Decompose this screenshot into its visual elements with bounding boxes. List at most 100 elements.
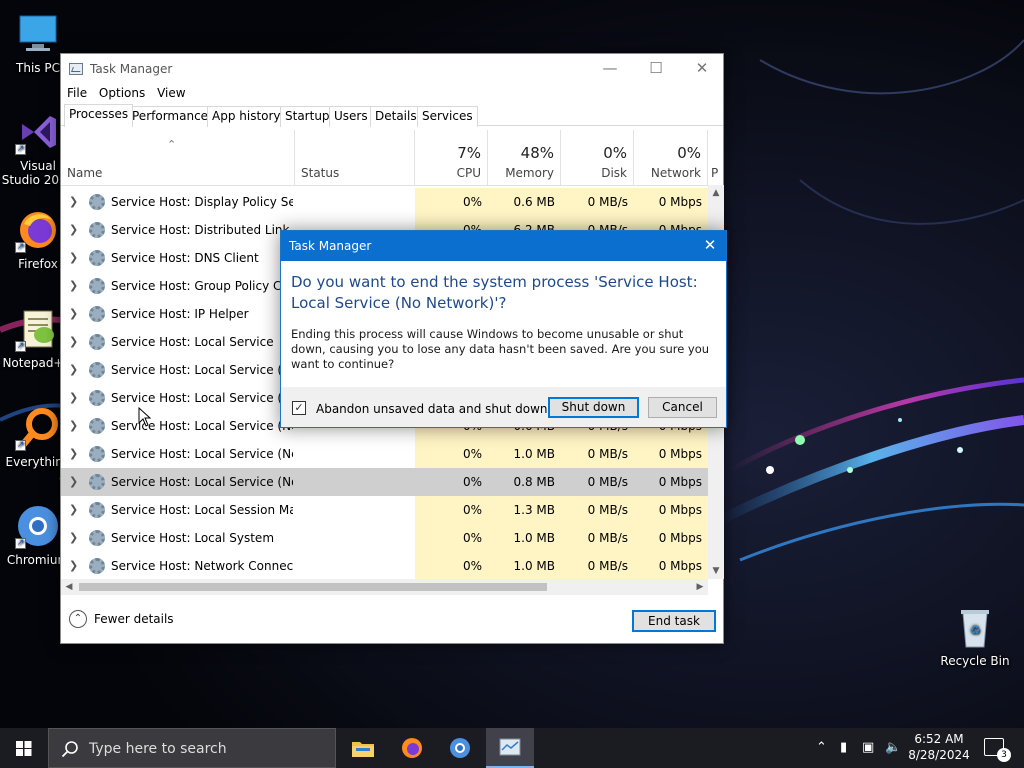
cpu-cell: 0% [415,188,488,216]
column-header-memory[interactable]: 48% Memory [488,130,561,185]
menu-file[interactable]: File [67,84,87,102]
shortcut-arrow-icon: ↗ [15,538,26,549]
scroll-right-icon[interactable]: ▶ [692,579,708,595]
process-name: Service Host: Distributed Link Tr... [111,223,293,237]
process-row[interactable]: ❯ Service Host: Local Service (No ... 0%0.… [61,468,708,496]
close-button[interactable]: ✕ [679,54,725,84]
chevron-up-icon[interactable]: ⌃ [69,610,87,628]
maximize-button[interactable]: ☐ [633,54,679,84]
shortcut-arrow-icon: ↗ [15,341,26,352]
shut-down-button[interactable]: Shut down [548,397,639,418]
scrollbar-thumb[interactable] [79,583,547,591]
tab-services[interactable]: Services [417,106,478,127]
fewer-details-link[interactable]: Fewer details [94,612,174,626]
menu-bar: File Options View [61,84,723,104]
network-cell: 0 Mbps [634,496,708,524]
expand-chevron-icon[interactable]: ❯ [69,251,81,264]
scroll-left-icon[interactable]: ◀ [61,579,77,595]
network-icon[interactable]: ▣ [862,740,874,755]
network-cell: 0 Mbps [634,440,708,468]
title-bar[interactable]: Task Manager — ☐ ✕ [61,54,723,84]
cancel-button[interactable]: Cancel [648,397,717,418]
footer-bar: ⌃ Fewer details End task [61,595,723,643]
tablet-icon[interactable]: ▮ [840,740,847,755]
sort-ascending-icon: ⌃ [167,138,177,151]
end-task-button[interactable]: End task [632,610,716,632]
expand-chevron-icon[interactable]: ❯ [69,195,81,208]
tab-processes[interactable]: Processes [64,104,134,127]
taskbar-task-manager[interactable] [486,728,534,768]
expand-chevron-icon[interactable]: ❯ [69,363,81,376]
folder-icon [352,742,374,757]
cpu-cell: 0% [415,496,488,524]
expand-chevron-icon[interactable]: ❯ [69,419,81,432]
process-row[interactable]: ❯ Service Host: Local System 0% 1.0 MB 0 MB/… [61,524,708,552]
horizontal-scrollbar[interactable]: ◀ ▶ [61,579,708,595]
desktop-icon-label: Recycle Bin [940,654,1010,668]
column-header-name[interactable]: ⌃ Name [61,130,295,185]
scroll-down-icon[interactable]: ▼ [708,563,724,579]
expand-chevron-icon[interactable]: ❯ [69,531,81,544]
abandon-data-checkbox[interactable]: ✓ [292,401,306,415]
dialog-close-button[interactable]: ✕ [694,231,726,261]
gear-icon [89,502,105,518]
process-row[interactable]: ❯ Service Host: Local Service (Net... 0%1.… [61,440,708,468]
expand-chevron-icon[interactable]: ❯ [69,559,81,572]
clock-time: 6:52 AM [914,732,964,746]
gear-icon [89,418,105,434]
gear-icon [89,334,105,350]
desktop-icon-recycle-bin[interactable]: ♻ Recycle Bin [937,603,1013,668]
show-hidden-icons-chevron-icon[interactable]: ⌃ [816,740,827,755]
process-name: Service Host: Local Service (Net... [111,447,293,461]
abandon-data-label[interactable]: Abandon unsaved data and shut down. [316,402,551,416]
visual-studio-icon: ↗ [14,108,62,156]
expand-chevron-icon[interactable]: ❯ [69,447,81,460]
expand-chevron-icon[interactable]: ❯ [69,307,81,320]
tab-app-history[interactable]: App history [207,106,286,127]
column-header-power[interactable]: P [708,130,724,185]
process-name: Service Host: Network Connecti... [111,559,293,573]
column-header-cpu[interactable]: 7% CPU [415,130,488,185]
menu-view[interactable]: View [157,84,185,102]
taskbar-firefox[interactable] [389,728,435,768]
process-row[interactable]: ❯ Service Host: Local Session Man... 0%1.3… [61,496,708,524]
disk-cell: 0 MB/s [561,552,634,579]
memory-cell: 0.8 MB [488,468,561,496]
taskbar-search-box[interactable]: Type here to search [48,728,336,768]
tab-performance[interactable]: Performance [127,106,214,127]
memory-cell: 1.0 MB [488,552,561,579]
process-name: Service Host: Local Session Man... [111,503,293,517]
column-header-status[interactable]: Status [295,130,415,185]
window-title: Task Manager [90,62,173,76]
taskbar-file-explorer[interactable] [340,728,386,768]
expand-chevron-icon[interactable]: ❯ [69,335,81,348]
process-row[interactable]: ❯Service Host: Display Policy Serv...0%0… [61,188,708,216]
gear-icon [89,194,105,210]
chromium-icon [450,738,470,758]
tab-users[interactable]: Users [329,106,373,127]
scroll-up-icon[interactable]: ▲ [708,185,724,201]
search-placeholder: Type here to search [89,741,227,757]
process-name: Service Host: Local Service (Net... [111,391,293,405]
start-button[interactable] [0,728,48,768]
expand-chevron-icon[interactable]: ❯ [69,503,81,516]
expand-chevron-icon[interactable]: ❯ [69,279,81,292]
magnifier-icon: ↗ [14,404,62,452]
action-center-icon[interactable]: 3 [984,738,1011,762]
column-header-network[interactable]: 0% Network [634,130,708,185]
menu-options[interactable]: Options [99,84,145,102]
expand-chevron-icon[interactable]: ❯ [69,391,81,404]
tab-details[interactable]: Details [370,106,422,127]
column-header-disk[interactable]: 0% Disk [561,130,634,185]
taskbar-clock[interactable]: 6:52 AM 8/28/2024 [902,731,976,763]
tab-startup[interactable]: Startup [280,106,335,127]
minimize-button[interactable]: — [587,54,633,84]
process-name: Service Host: Display Policy Serv... [111,195,293,209]
volume-muted-icon[interactable]: 🔈 [885,740,901,755]
expand-chevron-icon[interactable]: ❯ [69,475,81,488]
dialog-question: Do you want to end the system process 'S… [291,273,698,312]
expand-chevron-icon[interactable]: ❯ [69,223,81,236]
process-row[interactable]: ❯ Service Host: Network Connecti... 0% 1.0 … [61,552,708,579]
dialog-title-bar[interactable]: Task Manager ✕ [281,231,726,261]
taskbar-chromium[interactable] [437,728,483,768]
